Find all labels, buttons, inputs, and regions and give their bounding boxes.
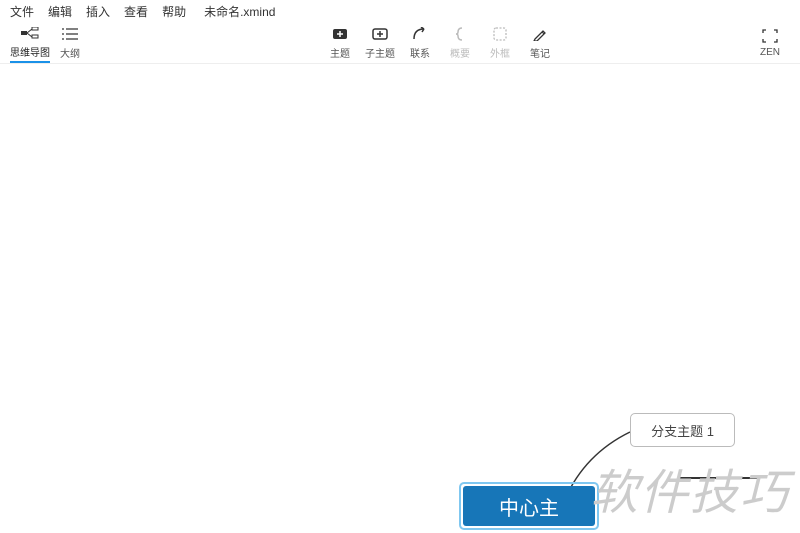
tab-outline[interactable]: 大纲 <box>50 22 90 63</box>
boundary-label: 外框 <box>490 45 510 60</box>
summary-icon <box>455 25 465 43</box>
document-filename: 未命名.xmind <box>204 3 275 20</box>
topic-label: 主题 <box>330 45 350 60</box>
zen-label: ZEN <box>760 47 780 58</box>
tab-mindmap-label: 思维导图 <box>10 44 50 59</box>
menu-insert[interactable]: 插入 <box>86 3 110 20</box>
relationship-icon <box>412 25 428 43</box>
menu-view[interactable]: 查看 <box>124 3 148 20</box>
tab-mindmap[interactable]: 思维导图 <box>10 22 50 63</box>
menu-edit[interactable]: 编辑 <box>48 3 72 20</box>
branch-topic-node[interactable]: 分支主题 1 <box>630 413 735 447</box>
menu-help[interactable]: 帮助 <box>162 3 186 20</box>
relationship-button[interactable]: 联系 <box>400 22 440 63</box>
zen-icon <box>762 27 778 45</box>
central-topic-node[interactable]: 中心主 <box>459 482 599 530</box>
toolbar: 思维导图 大纲 主题 子主题 联系 <box>0 22 800 64</box>
zen-button[interactable]: ZEN <box>750 22 790 63</box>
tab-outline-label: 大纲 <box>60 45 80 60</box>
notes-button[interactable]: 笔记 <box>520 22 560 63</box>
watermark-text: 软件技巧 <box>590 453 790 523</box>
notes-icon <box>533 25 547 43</box>
relationship-label: 联系 <box>410 45 430 60</box>
boundary-button[interactable]: 外框 <box>480 22 520 63</box>
mindmap-canvas[interactable]: 分支主题 1 中心主 软件技巧 <box>0 64 800 533</box>
outline-icon <box>62 25 78 43</box>
subtopic-icon <box>372 25 388 43</box>
subtopic-label: 子主题 <box>365 45 395 60</box>
branch-underline <box>680 477 760 479</box>
summary-button[interactable]: 概要 <box>440 22 480 63</box>
topic-button[interactable]: 主题 <box>320 22 360 63</box>
menu-bar: 文件 编辑 插入 查看 帮助 未命名.xmind <box>0 0 800 22</box>
menu-file[interactable]: 文件 <box>10 3 34 20</box>
notes-label: 笔记 <box>530 45 550 60</box>
subtopic-button[interactable]: 子主题 <box>360 22 400 63</box>
branch-topic-text: 分支主题 1 <box>651 421 714 440</box>
summary-label: 概要 <box>450 45 470 60</box>
topic-icon <box>332 25 348 43</box>
boundary-icon <box>493 25 507 43</box>
mindmap-icon <box>21 24 39 42</box>
central-topic-text: 中心主 <box>499 492 559 521</box>
